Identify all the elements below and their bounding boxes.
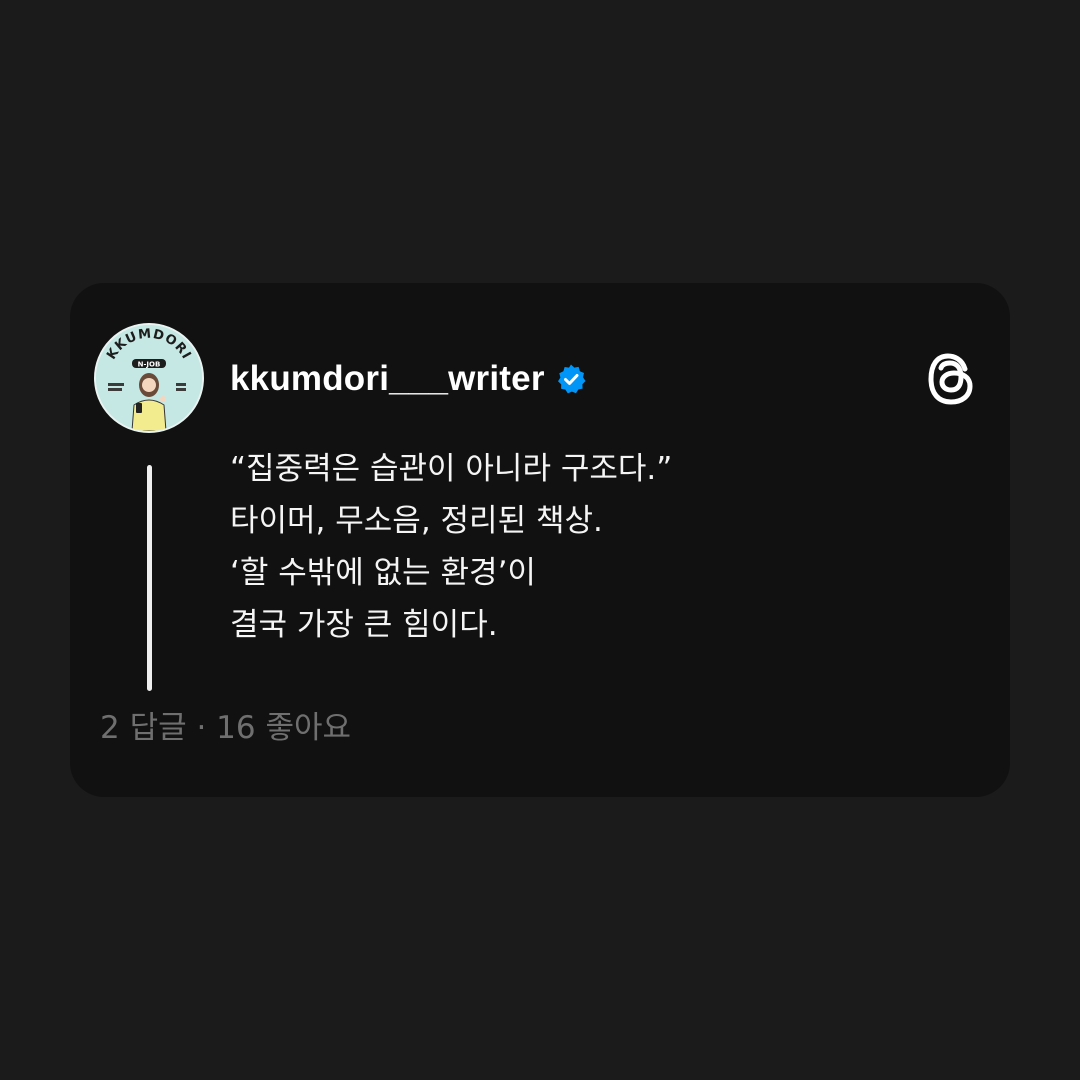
verified-badge-icon xyxy=(557,364,586,394)
post-stats[interactable]: 2 답글 · 16 좋아요 xyxy=(100,705,351,751)
post-body-line: 타이머, 무소음, 정리된 책상. xyxy=(230,503,603,539)
thread-post-card[interactable]: KKUMDORI N-JOB kkumdori___writer “집중력은 습… xyxy=(70,283,1010,797)
threads-logo-icon[interactable] xyxy=(926,351,978,407)
post-body-line: ‘할 수밖에 없는 환경’이 xyxy=(230,555,536,591)
post-content: “집중력은 습관이 아니라 구조다.” 타이머, 무소음, 정리된 책상. ‘할… xyxy=(230,443,930,651)
post-header: kkumdori___writer xyxy=(230,357,587,401)
avatar-sub-text: N-JOB xyxy=(138,361,161,369)
username[interactable]: kkumdori___writer xyxy=(230,359,545,399)
avatar[interactable]: KKUMDORI N-JOB xyxy=(94,323,204,433)
post-body-line: 결국 가장 큰 힘이다. xyxy=(230,607,498,643)
avatar-illustration: KKUMDORI N-JOB xyxy=(96,325,202,431)
page: KKUMDORI N-JOB kkumdori___writer “집중력은 습… xyxy=(0,0,1080,1080)
post-quote-line: “집중력은 습관이 아니라 구조다.” xyxy=(230,451,673,487)
thread-connector-line xyxy=(147,465,152,691)
